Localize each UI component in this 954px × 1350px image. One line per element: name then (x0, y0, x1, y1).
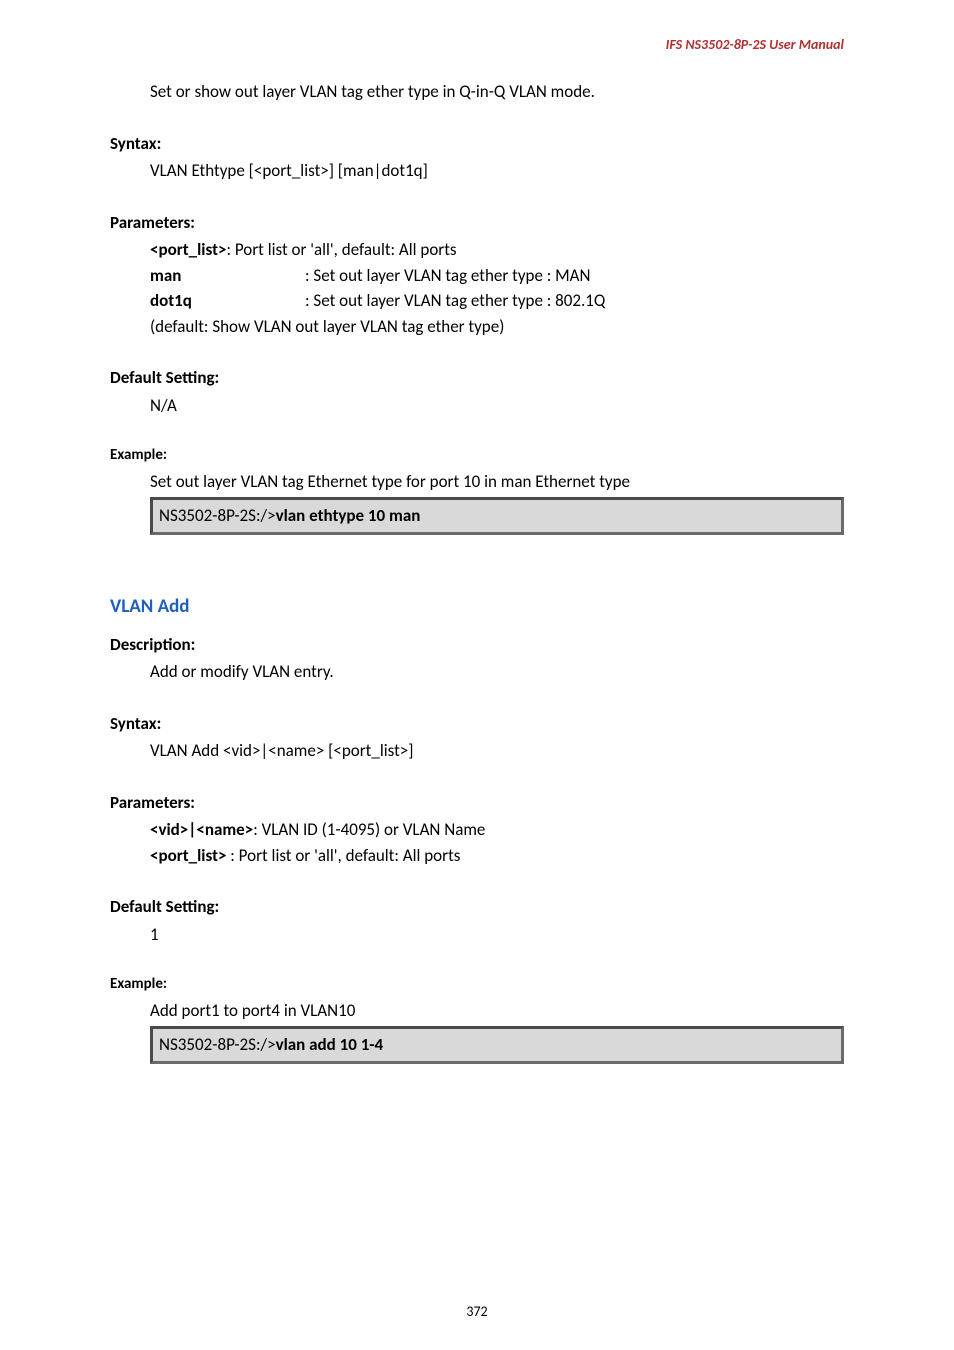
param-portlist-rest: : Port list or 'all', default: All ports (226, 239, 456, 260)
vlanadd-default-value: 1 (150, 922, 844, 948)
vlanadd-default-label: Default Setting: (110, 894, 844, 920)
example-label: Example: (110, 444, 844, 467)
vlanadd-example-command-box: NS3502-8P-2S:/>vlan add 10 1-4 (150, 1026, 844, 1064)
param-default-note: (default: Show VLAN out layer VLAN tag e… (150, 314, 844, 340)
description-label: Description: (110, 632, 844, 658)
vlanadd-param-portlist-rest: : Port list or 'all', default: All ports (226, 845, 460, 866)
vlan-add-heading: VLAN Add (110, 595, 844, 618)
syntax-label: Syntax: (110, 131, 844, 157)
vlanadd-syntax-value: VLAN Add <vid>|<name> [<port_list>] (150, 738, 844, 764)
vlanadd-example-desc: Add port1 to port4 in VLAN10 (150, 998, 844, 1024)
vlanadd-param-portlist-key: <port_list> (150, 845, 226, 866)
page-number: 372 (0, 1303, 954, 1320)
description-value: Add or modify VLAN entry. (150, 659, 844, 685)
vlanadd-param-vidname-rest: : VLAN ID (1-4095) or VLAN Name (253, 819, 485, 840)
vlanadd-param-portlist: <port_list> : Port list or 'all', defaul… (150, 843, 844, 869)
vlanadd-param-vidname: <vid>|<name>: VLAN ID (1-4095) or VLAN N… (150, 817, 844, 843)
example-cmd-bold: vlan ethtype 10 man (276, 505, 421, 526)
param-dot1q-key: dot1q (150, 288, 305, 314)
example-cmd-prefix: NS3502-8P-2S:/> (159, 505, 276, 526)
intro-line: Set or show out layer VLAN tag ether typ… (150, 79, 844, 105)
page-header: IFS NS3502-8P-2S User Manual (110, 36, 844, 53)
vlanadd-example-label: Example: (110, 973, 844, 996)
syntax-value: VLAN Ethtype [<port_list>] [man|dot1q] (150, 158, 844, 184)
default-setting-value: N/A (150, 393, 844, 419)
param-portlist: <port_list>: Port list or 'all', default… (150, 237, 844, 263)
param-portlist-key: <port_list> (150, 239, 226, 260)
vlanadd-example-cmd-bold: vlan add 10 1-4 (276, 1034, 384, 1055)
example-desc: Set out layer VLAN tag Ethernet type for… (150, 469, 844, 495)
vlanadd-parameters-label: Parameters: (110, 790, 844, 816)
param-dot1q-desc: : Set out layer VLAN tag ether type : 80… (305, 288, 605, 314)
vlanadd-param-vidname-key: <vid>|<name> (150, 819, 253, 840)
vlanadd-example-cmd-prefix: NS3502-8P-2S:/> (159, 1034, 276, 1055)
example-command-box: NS3502-8P-2S:/>vlan ethtype 10 man (150, 497, 844, 535)
vlanadd-syntax-label: Syntax: (110, 711, 844, 737)
param-man-key: man (150, 263, 305, 289)
param-dot1q: dot1q : Set out layer VLAN tag ether typ… (150, 288, 844, 314)
parameters-label: Parameters: (110, 210, 844, 236)
param-man-desc: : Set out layer VLAN tag ether type : MA… (305, 263, 591, 289)
default-setting-label: Default Setting: (110, 365, 844, 391)
param-man: man : Set out layer VLAN tag ether type … (150, 263, 844, 289)
